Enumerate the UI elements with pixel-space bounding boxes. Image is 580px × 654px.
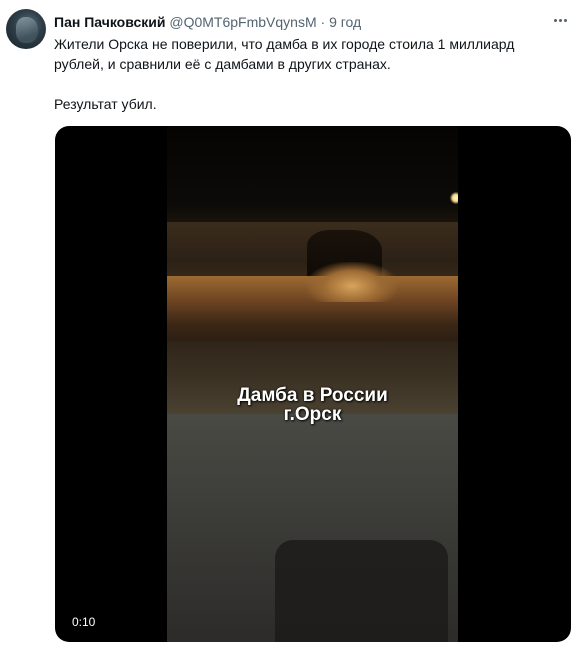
avatar-image [16,17,38,43]
tweet-text-paragraph: Жители Орска не поверили, что дамба в их… [54,36,515,72]
more-dot [558,18,562,22]
video-spray [307,262,397,302]
video-light [450,192,458,204]
video-duration: 0:10 [68,613,100,631]
video-caption-line1: Дамба в России [237,385,388,406]
more-horizontal-icon[interactable] [548,10,572,30]
separator-dot: · [320,14,326,30]
video-caption-line2: г.Орск [283,404,342,425]
video-player[interactable]: Дамба в России г.Орск 0:10 [55,126,571,642]
more-dot [553,18,557,22]
video-frame: Дамба в России г.Орск [167,126,458,642]
tweet[interactable]: Пан Пачковский @Q0MT6pFmbVqynsM · 9 год … [0,0,580,654]
tweet-header: Пан Пачковский @Q0MT6pFmbVqynsM · 9 год [54,13,361,31]
avatar[interactable] [6,9,46,49]
video-finger [275,540,448,642]
tweet-text: Жители Орска не поверили, что дамба в их… [54,34,564,114]
tweet-text-paragraph: Результат убил. [54,96,157,112]
tweet-time[interactable]: 9 год [329,14,361,30]
author-handle[interactable]: @Q0MT6pFmbVqynsM [169,14,316,30]
video-sky [167,126,458,224]
more-dot [563,18,567,22]
author-name[interactable]: Пан Пачковский [54,14,165,30]
